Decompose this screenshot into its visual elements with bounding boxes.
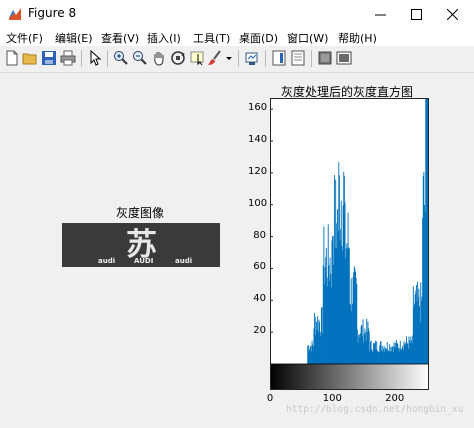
close-button[interactable] (434, 0, 470, 28)
pan-hand-icon[interactable] (151, 50, 167, 66)
menu-help[interactable]: 帮助(H) (338, 30, 377, 46)
matlab-figure-icon (8, 7, 22, 21)
menu-tools[interactable]: 工具(T) (193, 30, 230, 46)
y-tick-label: 20 (253, 325, 266, 337)
maximize-button[interactable] (398, 0, 434, 28)
menu-insert[interactable]: 插入(I) (147, 30, 181, 46)
insert-legend-icon[interactable] (290, 50, 306, 66)
gray-colorbar (270, 363, 429, 390)
edit-plot-arrow-icon[interactable] (87, 50, 103, 66)
gray-image-title: 灰度图像 (116, 206, 165, 220)
x-tick-label: 100 (322, 393, 342, 404)
gray-license-plate-image: 苏A·MB936 audi AUDI audi (62, 223, 220, 267)
link-plot-icon[interactable] (244, 50, 260, 66)
menu-edit[interactable]: 编辑(E) (55, 30, 93, 46)
toolbar-separator (81, 50, 82, 67)
new-figure-icon[interactable] (4, 50, 20, 66)
zoom-in-icon[interactable] (113, 50, 129, 66)
toolbar-separator (311, 50, 312, 67)
y-tick-label: 60 (253, 261, 266, 273)
y-tick-label: 40 (253, 293, 266, 305)
rotate-3d-icon[interactable] (170, 50, 186, 66)
y-tick-label: 100 (248, 197, 268, 209)
title-bar: Figure 8 (0, 0, 474, 28)
menu-window[interactable]: 窗口(W) (287, 30, 328, 46)
x-tick-label: 200 (385, 393, 405, 404)
minimize-icon (374, 14, 386, 15)
minimize-button[interactable] (362, 0, 398, 28)
toolbar-separator (238, 50, 239, 67)
figure-toolbar (0, 46, 474, 73)
plate-mark: audi (98, 257, 116, 265)
print-icon[interactable] (60, 50, 76, 66)
menu-view[interactable]: 查看(V) (101, 30, 139, 46)
menu-bar: 文件(F) 编辑(E) 查看(V) 插入(I) 工具(T) 桌面(D) 窗口(W… (0, 28, 474, 46)
maximize-icon (410, 8, 422, 20)
menu-desktop[interactable]: 桌面(D) (239, 30, 278, 46)
plate-mark: audi (175, 257, 193, 265)
insert-colorbar-icon[interactable] (271, 50, 287, 66)
hide-plot-tools-icon[interactable] (317, 50, 333, 66)
histogram-plot (270, 98, 429, 390)
watermark-url: http://blog.csdn.net/hongbin_xu (286, 404, 464, 415)
close-icon (446, 8, 458, 20)
zoom-out-icon[interactable] (132, 50, 148, 66)
data-cursor-icon[interactable] (189, 50, 205, 66)
window-title: Figure 8 (28, 6, 77, 20)
brush-dropdown-icon[interactable] (225, 50, 233, 66)
show-plot-tools-icon[interactable] (336, 50, 352, 66)
toolbar-separator (265, 50, 266, 67)
menu-file[interactable]: 文件(F) (6, 30, 43, 46)
y-tick-label: 120 (248, 165, 268, 177)
x-tick-label: 0 (266, 393, 274, 404)
plate-mark: AUDI (134, 257, 154, 265)
open-file-icon[interactable] (22, 50, 38, 66)
save-icon[interactable] (41, 50, 57, 66)
brush-icon[interactable] (207, 50, 223, 66)
y-tick-label: 140 (248, 134, 268, 145)
y-tick-label: 80 (253, 229, 266, 241)
y-tick-label: 160 (248, 102, 268, 114)
toolbar-separator (107, 50, 108, 67)
